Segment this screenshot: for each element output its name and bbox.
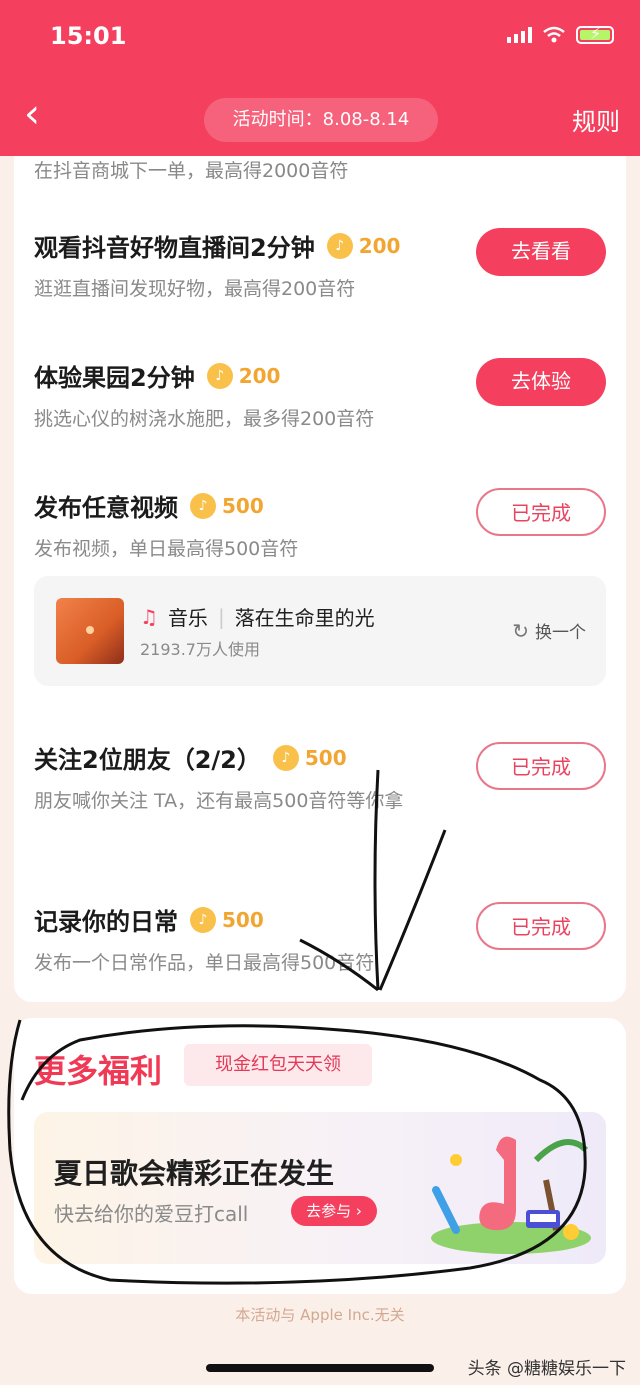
music-note-icon: ♫ [140,604,158,629]
music-suggestion[interactable]: ♫ 音乐 | 落在生命里的光 2193.7万人使用 ↻ 换一个 [34,576,606,686]
rules-link[interactable]: 规则 [572,102,620,137]
task-item-live: 观看抖音好物直播间2分钟 ♪ 200 逛逛直播间发现好物，最高得200音符 去看看 [34,228,606,303]
home-indicator [206,1364,434,1372]
join-button[interactable]: 去参与 › [291,1196,377,1226]
reward: ♪ 500 [190,492,264,519]
task-title: 发布任意视频 [34,494,178,522]
go-experience-button[interactable]: 去体验 [476,358,606,406]
signal-icon [507,27,532,43]
reward: ♪ 500 [190,906,264,933]
refresh-icon: ↻ [512,618,529,643]
music-song: 落在生命里的光 [234,606,375,630]
music-coin-icon: ♪ [190,906,216,933]
task-desc: 逛逛直播间发现好物，最高得200音符 [34,278,356,300]
wifi-icon [543,26,565,43]
reward: ♪ 500 [272,744,347,771]
summer-concert-banner[interactable]: 夏日歌会精彩正在发生 快去给你的爱豆打call 去参与 › [34,1112,606,1264]
task-title: 关注2位朋友（2/2） [34,746,261,774]
reward: ♪ 200 [206,362,280,389]
completed-button[interactable]: 已完成 [476,742,606,790]
go-watch-button[interactable]: 去看看 [476,228,606,276]
watermark: 头条 @糖糖娱乐一下 [467,1359,626,1379]
task-item-post-video: 发布任意视频 ♪ 500 发布视频，单日最高得500音符 已完成 [34,488,606,563]
clipped-task-desc: 在抖音商城下一单，最高得2000音符 [34,160,349,182]
music-coin-icon: ♪ [190,492,216,519]
task-desc: 发布一个日常作品，单日最高得500音符 [34,952,375,974]
more-benefits-card: 更多福利 现金红包天天领 夏日歌会精彩正在发生 快去给你的爱豆打call 去参与… [14,1018,626,1294]
music-coin-icon: ♪ [272,744,299,771]
status-icons: ⚡ [507,24,614,44]
task-desc: 挑选心仪的树浇水施肥，最多得200音符 [34,408,375,430]
task-title: 观看抖音好物直播间2分钟 [34,234,315,262]
task-desc: 发布视频，单日最高得500音符 [34,538,299,560]
task-item-follow: 关注2位朋友（2/2） ♪ 500 朋友喊你关注 TA，还有最高500音符等你拿 … [34,740,606,815]
task-desc: 朋友喊你关注 TA，还有最高500音符等你拿 [34,790,404,812]
music-island-illustration [431,1136,591,1254]
task-list-card: 在抖音商城下一单，最高得2000音符 观看抖音好物直播间2分钟 ♪ 200 逛逛直… [14,120,626,1002]
back-button[interactable]: ‹ [24,94,64,136]
completed-button[interactable]: 已完成 [476,902,606,950]
reward: ♪ 200 [326,232,400,259]
top-header: 15:01 ⚡ ‹ 活动时间：8.08-8.14 规则 [0,0,640,156]
task-item-orchard: 体验果园2分钟 ♪ 200 挑选心仪的树浇水施肥，最多得200音符 去体验 [34,358,606,433]
task-title: 体验果园2分钟 [34,364,195,392]
status-time: 15:01 [50,22,127,50]
task-item-daily: 记录你的日常 ♪ 500 发布一个日常作品，单日最高得500音符 已完成 [34,902,606,977]
music-category: 音乐 [167,606,208,630]
disclaimer: 本活动与 Apple Inc.无关 [235,1306,405,1324]
task-title: 记录你的日常 [34,908,178,936]
music-users: 2193.7万人使用 [140,640,260,659]
banner-title: 夏日歌会精彩正在发生 [54,1157,335,1190]
cash-redpacket-tag[interactable]: 现金红包天天领 [184,1044,372,1086]
divider: | [217,604,225,629]
banner-subtitle: 快去给你的爱豆打call [54,1202,249,1226]
completed-button[interactable]: 已完成 [476,488,606,536]
swap-button[interactable]: ↻ 换一个 [512,618,586,644]
music-cover [56,598,124,664]
section-title: 更多福利 [34,1052,163,1090]
music-coin-icon: ♪ [206,362,233,389]
music-coin-icon: ♪ [326,232,353,259]
activity-time-pill: 活动时间：8.08-8.14 [204,98,438,142]
battery-icon: ⚡ [576,24,614,44]
